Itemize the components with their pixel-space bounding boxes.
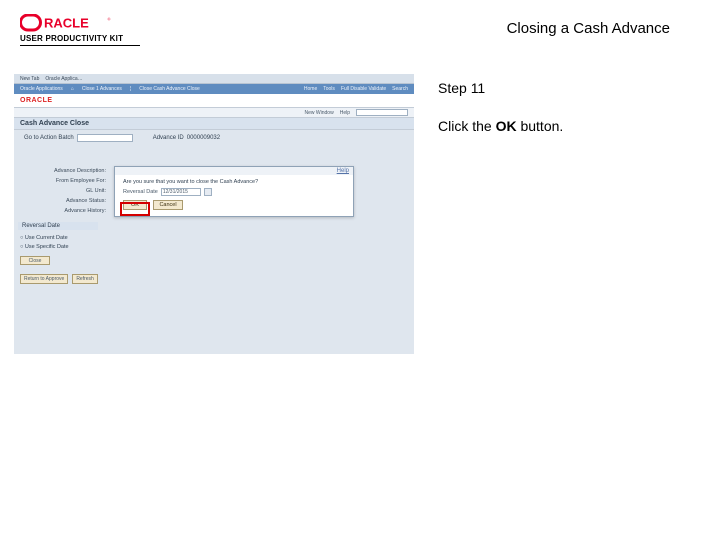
nav-link[interactable]: Search xyxy=(392,86,408,92)
side-label: Advance Status: xyxy=(18,196,106,206)
app-breadcrumb-row: New Window Help xyxy=(14,108,414,118)
nav-item[interactable]: Oracle Applications xyxy=(20,86,63,92)
reversal-date-label: Reversal Date xyxy=(123,189,158,195)
instruction-panel: Step 11 Click the OK button. xyxy=(434,74,700,354)
nav-link[interactable]: Home xyxy=(304,86,317,92)
nav-item[interactable]: ⌂ xyxy=(71,86,74,92)
radio-group: Use Current Date Use Specific Date xyxy=(20,234,69,252)
side-label: Advance Description: xyxy=(18,166,106,176)
breadcrumb-link[interactable]: Help xyxy=(340,110,350,116)
reversal-date-input[interactable]: 12/31/2015 xyxy=(161,188,201,196)
header: RACLE ® USER PRODUCTIVITY KIT Closing a … xyxy=(0,0,720,54)
popup-header: Help xyxy=(115,167,353,175)
page-title: Closing a Cash Advance xyxy=(507,20,670,37)
breadcrumb-link[interactable]: New Window xyxy=(305,110,334,116)
nav-item[interactable]: Close Cash Advance Close xyxy=(139,86,200,92)
history-row: Return to Approve Refresh xyxy=(20,274,98,284)
brand-block: RACLE ® USER PRODUCTIVITY KIT xyxy=(20,14,140,46)
close-button[interactable]: Close xyxy=(20,256,50,265)
oracle-logo-small: ORACLE xyxy=(20,97,53,104)
section-title: Reversal Date xyxy=(18,222,98,230)
batch-label: Go to Action Batch xyxy=(24,135,74,141)
instruction-prefix: Click the xyxy=(438,118,496,134)
radio-current-date[interactable]: Use Current Date xyxy=(20,234,69,243)
browser-tab[interactable]: New Tab xyxy=(20,76,39,82)
calendar-icon[interactable] xyxy=(204,188,212,196)
nav-item: ¦ xyxy=(130,86,131,92)
advance-label: Advance ID xyxy=(153,135,184,141)
nav-link[interactable]: Tools xyxy=(323,86,335,92)
form-row: Go to Action Batch Advance ID 0000009032 xyxy=(14,130,414,144)
popup-help-link[interactable]: Help xyxy=(337,168,349,174)
side-label: GL Unit: xyxy=(18,186,106,196)
cancel-button[interactable]: Cancel xyxy=(153,200,183,210)
nav-link[interactable]: Full Disable Validate xyxy=(341,86,386,92)
nav-item[interactable]: Close 1 Advances xyxy=(82,86,122,92)
instruction-bold: OK xyxy=(496,118,517,134)
advance-value: 0000009032 xyxy=(187,135,220,141)
oracle-logo: RACLE ® xyxy=(20,14,115,32)
app-navbar: Oracle Applications ⌂ Close 1 Advances ¦… xyxy=(14,84,414,94)
refresh-button[interactable]: Refresh xyxy=(72,274,98,284)
confirm-popup: Help Are you sure that you want to close… xyxy=(114,166,354,217)
svg-text:®: ® xyxy=(108,17,111,22)
brand-rule xyxy=(20,45,140,46)
batch-input[interactable] xyxy=(77,134,133,142)
brand-sublabel: USER PRODUCTIVITY KIT xyxy=(20,34,140,43)
popup-space xyxy=(119,168,121,174)
browser-tabstrip: New Tab Oracle Applica… xyxy=(14,74,414,84)
instruction-text: Click the OK button. xyxy=(438,118,696,134)
side-label: From Employee For: xyxy=(18,176,106,186)
instruction-suffix: button. xyxy=(517,118,564,134)
side-label: Advance History: xyxy=(18,206,106,216)
form-side-labels: Advance Description: From Employee For: … xyxy=(18,166,110,216)
app-page-title: Cash Advance Close xyxy=(14,118,414,130)
ok-button[interactable]: OK xyxy=(123,200,147,210)
svg-text:RACLE: RACLE xyxy=(44,16,89,31)
content: New Tab Oracle Applica… Oracle Applicati… xyxy=(0,54,720,354)
radio-specific-date[interactable]: Use Specific Date xyxy=(20,243,69,252)
app-screenshot: New Tab Oracle Applica… Oracle Applicati… xyxy=(14,74,414,354)
personalize-select[interactable] xyxy=(356,109,408,116)
step-label: Step 11 xyxy=(438,80,696,96)
app-brandbar: ORACLE xyxy=(14,94,414,108)
popup-question: Are you sure that you want to close the … xyxy=(123,179,345,185)
return-button[interactable]: Return to Approve xyxy=(20,274,68,284)
browser-tab[interactable]: Oracle Applica… xyxy=(45,76,82,82)
